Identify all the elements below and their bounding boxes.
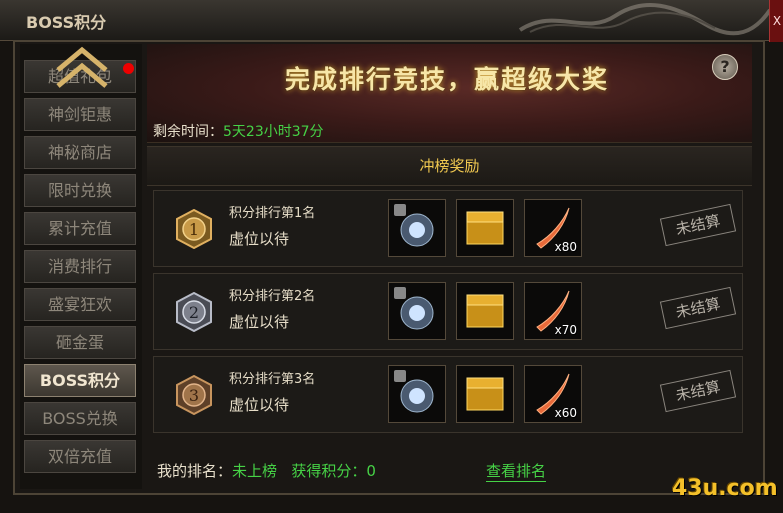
lock-icon: [394, 370, 406, 382]
sidebar: 超值礼包 神剑钜惠 神秘商店 限时兑换 累计充值 消费排行 盛宴狂欢 砸金蛋 B…: [20, 44, 142, 489]
sidebar-item-mystery-shop[interactable]: 神秘商店: [24, 136, 136, 169]
reward-slot[interactable]: [456, 199, 514, 257]
svg-text:3: 3: [189, 386, 199, 405]
sidebar-item-boss-points[interactable]: BOSS积分: [24, 364, 136, 397]
sidebar-item-golden-egg[interactable]: 砸金蛋: [24, 326, 136, 359]
sidebar-item-spending-rank[interactable]: 消费排行: [24, 250, 136, 283]
view-ranking-link[interactable]: 查看排名: [486, 460, 547, 482]
treasure-chest-icon: [466, 377, 504, 411]
status-stamp: 未结算: [659, 369, 737, 413]
remaining-time: 剩余时间：5天23小时37分: [153, 121, 324, 141]
svg-text:2: 2: [189, 303, 199, 322]
lock-icon: [394, 287, 406, 299]
item-count: x80: [554, 240, 577, 254]
rank-holder: 虚位以待: [229, 230, 290, 248]
reward-slot[interactable]: [388, 365, 446, 423]
help-button[interactable]: ?: [712, 54, 738, 80]
sidebar-item-cumulative-recharge[interactable]: 累计充值: [24, 212, 136, 245]
banner: 完成排行竞技，赢超级大奖 ? 剩余时间：5天23小时37分: [147, 44, 752, 143]
rewards-section-title: 冲榜奖励: [147, 146, 752, 186]
rank-holder: 虚位以待: [229, 396, 290, 414]
rank-title: 积分排行第3名: [229, 372, 316, 387]
item-count: x60: [554, 406, 577, 420]
site-watermark: 43u.com: [672, 476, 778, 501]
sidebar-item-boss-exchange[interactable]: BOSS兑换: [24, 402, 136, 435]
footer-info: 我的排名：未上榜 获得积分：0: [157, 460, 376, 481]
sidebar-item-double-recharge[interactable]: 双倍充值: [24, 440, 136, 473]
reward-slot[interactable]: x70: [524, 282, 582, 340]
sidebar-item-sword-deal[interactable]: 神剑钜惠: [24, 98, 136, 131]
rank-title: 积分排行第2名: [229, 289, 316, 304]
banner-title: 完成排行竞技，赢超级大奖: [284, 65, 609, 94]
crystal-orb-icon: [394, 370, 434, 413]
window-title: BOSS积分: [26, 13, 107, 32]
close-button[interactable]: X: [769, 0, 783, 42]
rank-medal-silver-icon: 2: [176, 292, 212, 332]
item-count: x70: [554, 323, 577, 337]
rank-holder: 虚位以待: [229, 313, 290, 331]
sidebar-item-feast-carnival[interactable]: 盛宴狂欢: [24, 288, 136, 321]
my-rank-label: 我的排名：: [157, 462, 233, 480]
remaining-time-value: 5天23小时37分: [223, 124, 324, 140]
scroll-up-icon[interactable]: [52, 42, 112, 94]
status-stamp: 未结算: [659, 286, 737, 330]
lock-icon: [394, 204, 406, 216]
reward-slot[interactable]: x60: [524, 365, 582, 423]
treasure-chest-icon: [466, 211, 504, 245]
reward-row: 3 积分排行第3名 虚位以待 x60 未结算: [153, 356, 743, 433]
status-stamp: 未结算: [659, 203, 737, 247]
rank-title: 积分排行第1名: [229, 206, 316, 221]
boss-points-window: BOSS积分 X 超值礼包 神剑钜惠 神秘商店 限时兑换 累计充值 消费排行 盛…: [0, 0, 783, 513]
reward-row: 1 积分排行第1名 虚位以待 x80 未结算: [153, 190, 743, 267]
sidebar-item-limited-exchange[interactable]: 限时兑换: [24, 174, 136, 207]
rank-medal-gold-icon: 1: [176, 209, 212, 249]
title-bar[interactable]: BOSS积分 X: [0, 0, 783, 42]
reward-slot[interactable]: [456, 282, 514, 340]
reward-slot[interactable]: [456, 365, 514, 423]
reward-slot[interactable]: x80: [524, 199, 582, 257]
rank-medal-bronze-icon: 3: [176, 375, 212, 415]
svg-text:1: 1: [189, 220, 199, 239]
notification-dot: [123, 63, 134, 74]
crystal-orb-icon: [394, 204, 434, 247]
points-label: 获得积分：: [291, 462, 367, 480]
reward-row: 2 积分排行第2名 虚位以待 x70 未结算: [153, 273, 743, 350]
crystal-orb-icon: [394, 287, 434, 330]
my-rank-value: 未上榜: [232, 462, 278, 480]
remaining-time-label: 剩余时间：: [153, 124, 223, 140]
reward-slot[interactable]: [388, 199, 446, 257]
dragon-ornament-icon: [518, 3, 772, 36]
reward-slot[interactable]: [388, 282, 446, 340]
treasure-chest-icon: [466, 294, 504, 328]
points-value: 0: [366, 462, 376, 480]
